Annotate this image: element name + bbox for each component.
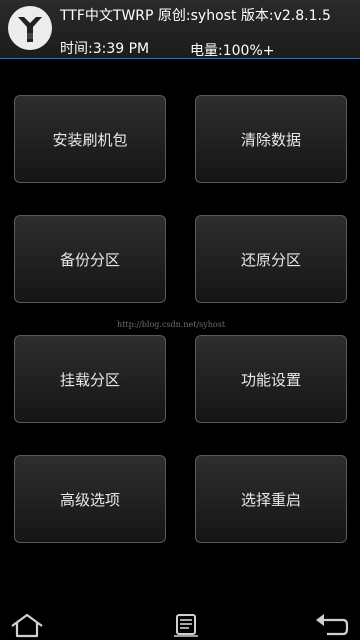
- settings-button[interactable]: 功能设置: [195, 335, 347, 423]
- watermark-url: http://blog.csdn.net/syhost: [117, 320, 226, 329]
- wipe-button[interactable]: 清除数据: [195, 95, 347, 183]
- backup-button[interactable]: 备份分区: [14, 215, 166, 303]
- bottom-navigation: [0, 604, 360, 640]
- install-button[interactable]: 安装刷机包: [14, 95, 166, 183]
- mount-button[interactable]: 挂载分区: [14, 335, 166, 423]
- twrp-main-screen: TTF中文TWRP 原创:syhost 版本:v2.8.1.5 时间:3:39 …: [0, 0, 360, 640]
- app-title: TTF中文TWRP 原创:syhost 版本:v2.8.1.5: [60, 8, 331, 24]
- status-header: TTF中文TWRP 原创:syhost 版本:v2.8.1.5 时间:3:39 …: [0, 0, 360, 59]
- advanced-button[interactable]: 高级选项: [14, 455, 166, 543]
- battery-level: 电量:100%+: [190, 43, 275, 59]
- restore-button[interactable]: 还原分区: [195, 215, 347, 303]
- reboot-button[interactable]: 选择重启: [195, 455, 347, 543]
- clock-time: 时间:3:39 PM: [60, 41, 150, 57]
- back-icon[interactable]: [313, 612, 349, 638]
- home-icon[interactable]: [9, 612, 45, 638]
- teamwin-logo-icon: [8, 6, 52, 50]
- console-icon[interactable]: [168, 612, 204, 638]
